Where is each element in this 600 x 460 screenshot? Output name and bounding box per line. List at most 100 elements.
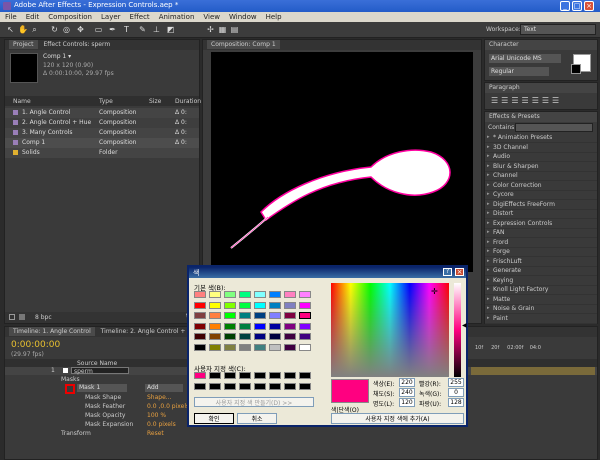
blue-input[interactable]: 128 <box>448 398 464 407</box>
basic-color-swatch[interactable] <box>194 312 206 319</box>
basic-color-swatch[interactable] <box>269 322 281 330</box>
col-duration[interactable]: Duration <box>175 98 201 105</box>
camera-tool-icon[interactable]: ◎ <box>62 25 71 34</box>
basic-color-swatch[interactable] <box>284 333 296 340</box>
basic-color-swatch[interactable] <box>254 322 266 330</box>
basic-color-swatch[interactable] <box>284 343 296 351</box>
effect-category[interactable]: Blur & Sharpen <box>485 163 597 172</box>
basic-color-swatch[interactable] <box>254 333 266 340</box>
basic-color-swatch[interactable] <box>194 322 206 330</box>
basic-color-swatch[interactable] <box>239 312 251 319</box>
basic-color-swatch[interactable] <box>224 322 236 330</box>
mask-tool-icon[interactable]: ▭ <box>94 25 103 34</box>
effects-search-input[interactable] <box>515 123 593 132</box>
custom-color-swatch[interactable] <box>299 383 311 390</box>
effect-category[interactable]: Frord <box>485 239 597 248</box>
effect-category[interactable]: Channel <box>485 172 597 181</box>
property-value[interactable]: 100 % <box>147 412 166 419</box>
selection-tool-icon[interactable]: ↖ <box>6 25 15 34</box>
custom-color-swatch[interactable] <box>254 383 266 390</box>
basic-color-swatch[interactable] <box>194 333 206 340</box>
tab-character[interactable]: Character <box>485 40 597 50</box>
effect-category[interactable]: Knoll Light Factory <box>485 286 597 295</box>
menu-layer[interactable]: Layer <box>96 12 125 21</box>
menu-animation[interactable]: Animation <box>154 12 199 21</box>
lum-input[interactable]: 120 <box>399 398 415 407</box>
project-row[interactable]: 3. Many Controls Composition Δ 0: <box>5 128 199 138</box>
custom-color-swatch[interactable] <box>224 372 236 379</box>
basic-color-swatch[interactable] <box>284 312 296 319</box>
basic-color-swatch[interactable] <box>299 312 311 319</box>
eraser-tool-icon[interactable]: ◩ <box>166 25 175 34</box>
sat-input[interactable]: 240 <box>399 388 415 397</box>
effect-category[interactable]: 3D Channel <box>485 144 597 153</box>
effect-category[interactable]: Noise & Grain <box>485 305 597 314</box>
basic-color-swatch[interactable] <box>209 291 221 298</box>
basic-color-swatch[interactable] <box>194 343 206 351</box>
basic-color-swatch[interactable] <box>299 291 311 298</box>
basic-color-swatch[interactable] <box>284 322 296 330</box>
tab-composition[interactable]: Composition: Comp 1 <box>207 40 280 49</box>
basic-color-swatch[interactable] <box>209 312 221 319</box>
tab-project[interactable]: Project <box>9 40 38 49</box>
basic-color-swatch[interactable] <box>299 333 311 340</box>
basic-color-swatch[interactable] <box>224 333 236 340</box>
zoom-tool-icon[interactable]: ⌕ <box>30 25 39 34</box>
axis-icon[interactable]: ✢ <box>206 25 215 34</box>
basic-color-swatch[interactable] <box>194 301 206 309</box>
folder-icon[interactable] <box>19 314 25 320</box>
custom-color-swatch[interactable] <box>254 372 266 379</box>
menu-help[interactable]: Help <box>261 12 286 21</box>
basic-color-swatch[interactable] <box>224 301 236 309</box>
effect-category[interactable]: Color Correction <box>485 182 597 191</box>
effect-category[interactable]: Keying <box>485 277 597 286</box>
menu-effect[interactable]: Effect <box>125 12 154 21</box>
basic-color-swatch[interactable] <box>239 301 251 309</box>
effect-category[interactable]: Generate <box>485 267 597 276</box>
timecode[interactable]: 0:00:00:00 <box>11 340 60 350</box>
basic-color-swatch[interactable] <box>239 291 251 298</box>
effect-category[interactable]: DigiEffects FreeForm <box>485 201 597 210</box>
menu-window[interactable]: Window <box>224 12 261 21</box>
basic-color-swatch[interactable] <box>254 291 266 298</box>
help-button[interactable]: ? <box>443 268 452 276</box>
luminance-slider[interactable] <box>454 283 461 377</box>
layer-name[interactable]: sperm <box>71 367 129 375</box>
effect-category[interactable]: Forge <box>485 248 597 257</box>
basic-color-swatch[interactable] <box>209 322 221 330</box>
basic-color-swatch[interactable] <box>269 343 281 351</box>
pen-tool-icon[interactable]: ✒ <box>108 25 117 34</box>
effect-category[interactable]: Distort <box>485 210 597 219</box>
maximize-button[interactable]: □ <box>572 1 582 11</box>
basic-color-swatch[interactable] <box>284 301 296 309</box>
effect-category[interactable]: Paint <box>485 315 597 324</box>
basic-color-swatch[interactable] <box>254 301 266 309</box>
basic-color-swatch[interactable] <box>269 291 281 298</box>
ok-button[interactable]: 확인 <box>194 413 234 424</box>
close-button[interactable]: × <box>584 1 594 11</box>
menu-file[interactable]: File <box>0 12 21 21</box>
basic-color-swatch[interactable] <box>194 291 206 298</box>
brush-tool-icon[interactable]: ✎ <box>138 25 147 34</box>
basic-color-swatch[interactable] <box>269 301 281 309</box>
property-value[interactable]: 0.0 ,0.0 pixels <box>147 403 189 410</box>
effect-category[interactable]: FrischLuft <box>485 258 597 267</box>
basic-color-swatch[interactable] <box>224 312 236 319</box>
basic-color-swatch[interactable] <box>284 291 296 298</box>
custom-color-swatch[interactable] <box>269 372 281 379</box>
basic-color-swatch[interactable] <box>299 301 311 309</box>
effect-category[interactable]: Cycore <box>485 191 597 200</box>
col-size[interactable]: Size <box>149 98 161 105</box>
comp-viewer[interactable] <box>211 52 473 272</box>
mask-1[interactable]: Mask 1 <box>77 384 127 392</box>
effect-category[interactable]: Audio <box>485 153 597 162</box>
effect-category[interactable]: * Animation Presets <box>485 134 597 143</box>
project-row[interactable]: 2. Angle Control + Hue Composition Δ 0: <box>5 118 199 128</box>
tab-effect-controls[interactable]: Effect Controls: sperm <box>39 40 114 49</box>
tab-timeline-1[interactable]: Timeline: 1. Angle Control <box>9 327 95 336</box>
basic-color-swatch[interactable] <box>209 343 221 351</box>
basic-color-swatch[interactable] <box>239 333 251 340</box>
tab-paragraph[interactable]: Paragraph <box>485 83 597 93</box>
property-value[interactable]: 0.0 pixels <box>147 421 176 428</box>
effect-category[interactable]: Matte <box>485 296 597 305</box>
